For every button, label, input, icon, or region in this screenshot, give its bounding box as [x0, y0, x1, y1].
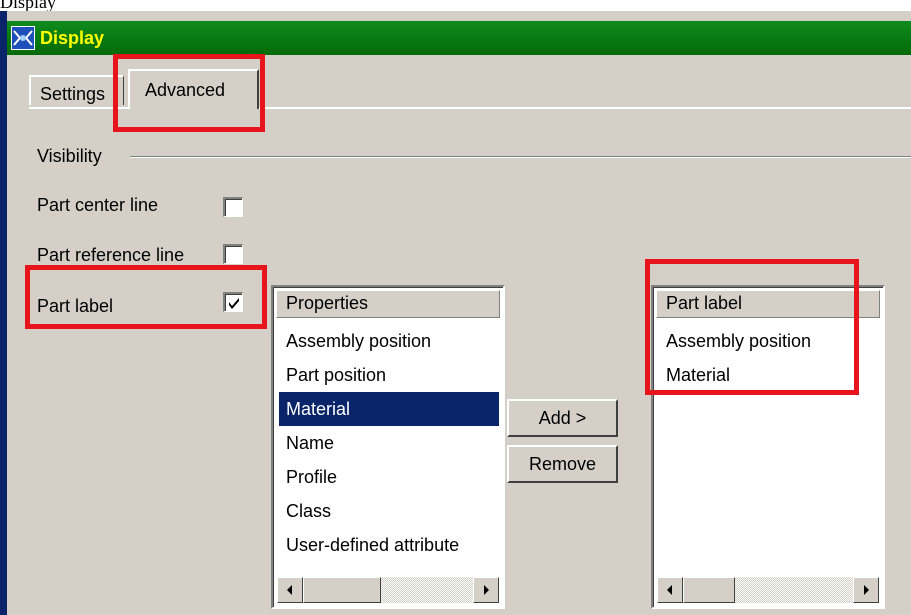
- list-item[interactable]: Class: [279, 494, 499, 528]
- arrow-right-icon: [484, 585, 489, 595]
- scroll-right-button[interactable]: [473, 577, 499, 603]
- list-item-selected[interactable]: Material: [279, 392, 499, 426]
- properties-horizontal-scrollbar[interactable]: [277, 577, 499, 603]
- list-item[interactable]: Profile: [279, 460, 499, 494]
- scroll-left-button[interactable]: [657, 577, 683, 603]
- visibility-group-line: [130, 156, 911, 158]
- part-label-horizontal-scrollbar[interactable]: [657, 577, 879, 603]
- part-center-line-checkbox[interactable]: [223, 197, 243, 217]
- highlight-part-label-list: [645, 259, 859, 395]
- highlight-advanced-tab: [113, 54, 265, 132]
- list-item[interactable]: Name: [279, 426, 499, 460]
- tab-divider: [259, 107, 911, 109]
- part-reference-line-checkbox[interactable]: [223, 244, 243, 264]
- remove-button[interactable]: Remove: [507, 445, 618, 483]
- title-bar[interactable]: Display: [7, 21, 911, 55]
- scroll-left-button[interactable]: [277, 577, 303, 603]
- part-reference-line-label: Part reference line: [37, 245, 185, 265]
- visibility-group-label: Visibility: [37, 146, 102, 166]
- highlight-part-label: [25, 265, 267, 329]
- properties-list-header[interactable]: Properties: [276, 290, 500, 318]
- scroll-thumb[interactable]: [683, 577, 735, 603]
- tab-settings[interactable]: Settings: [29, 75, 124, 105]
- properties-listbox[interactable]: Properties Assembly position Part positi…: [271, 285, 505, 609]
- arrow-right-icon: [864, 585, 869, 595]
- list-item[interactable]: Part position: [279, 358, 499, 392]
- arrow-left-icon: [287, 585, 292, 595]
- app-icon: [11, 26, 35, 50]
- list-item[interactable]: Assembly position: [279, 324, 499, 358]
- window-client: Display Settings Advanced Visibility Par…: [7, 11, 911, 615]
- window-title: Display: [40, 28, 105, 48]
- part-center-line-label: Part center line: [37, 195, 159, 215]
- list-item[interactable]: User-defined attribute: [279, 528, 499, 562]
- add-button[interactable]: Add >: [507, 399, 618, 437]
- display-window: Display Settings Advanced Visibility Par…: [0, 11, 911, 615]
- arrow-left-icon: [667, 585, 672, 595]
- scroll-right-button[interactable]: [853, 577, 879, 603]
- scroll-thumb[interactable]: [303, 577, 381, 603]
